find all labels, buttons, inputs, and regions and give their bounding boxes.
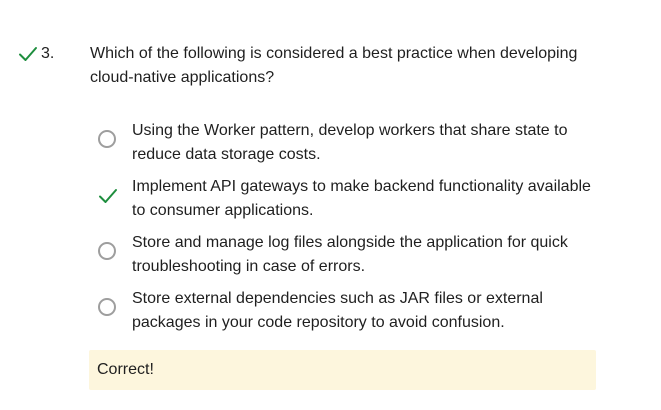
- question-text: Which of the following is considered a b…: [90, 45, 578, 86]
- radio-button[interactable]: [98, 242, 116, 260]
- radio-button[interactable]: [98, 130, 116, 148]
- radio-button[interactable]: [98, 298, 116, 316]
- check-icon: [19, 47, 37, 61]
- option-label[interactable]: Implement API gateways to make backend f…: [132, 175, 602, 223]
- option-label[interactable]: Store external dependencies such as JAR …: [132, 287, 602, 335]
- option-label[interactable]: Store and manage log files alongside the…: [132, 231, 602, 279]
- check-icon: [99, 189, 117, 203]
- feedback-text: Correct!: [97, 361, 154, 378]
- answer-option-correct[interactable]: Implement API gateways to make backend f…: [96, 174, 636, 230]
- answer-option[interactable]: Using the Worker pattern, develop worker…: [96, 118, 636, 174]
- answer-option[interactable]: Store external dependencies such as JAR …: [96, 286, 636, 342]
- option-label[interactable]: Using the Worker pattern, develop worker…: [132, 119, 602, 167]
- quiz-question: 3. Which of the following is considered …: [0, 0, 661, 410]
- answer-option[interactable]: Store and manage log files alongside the…: [96, 230, 636, 286]
- question-number: 3.: [41, 45, 55, 62]
- feedback-box: Correct!: [89, 350, 596, 390]
- answer-options: Using the Worker pattern, develop worker…: [96, 118, 636, 342]
